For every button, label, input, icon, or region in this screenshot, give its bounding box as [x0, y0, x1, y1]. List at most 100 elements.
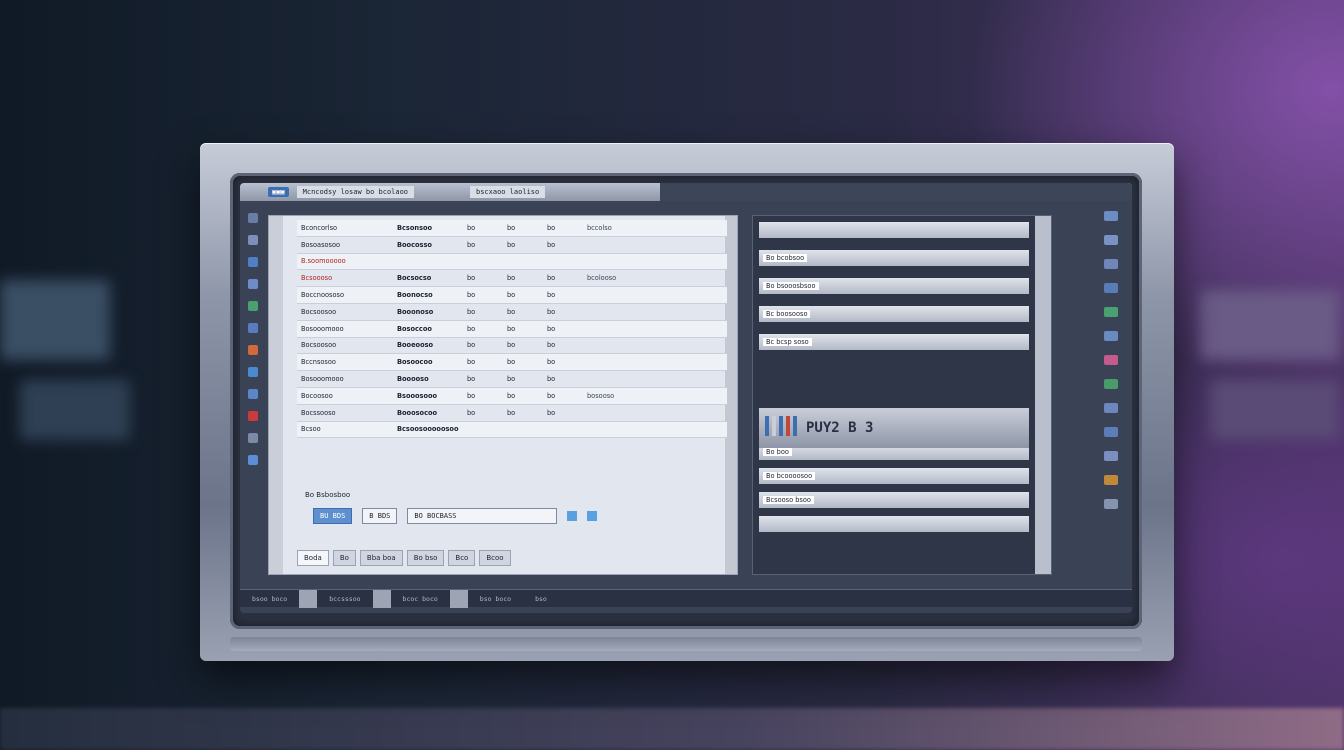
window-title: Mcncodsy losaw bo bcolaoo: [296, 186, 415, 198]
flag-icon[interactable]: [248, 345, 258, 355]
download-icon[interactable]: [1104, 427, 1118, 437]
table-row[interactable]: Bosoasosoo Boocosso bo bo bo: [297, 237, 727, 254]
table-cell: bo: [547, 408, 556, 417]
clock-icon[interactable]: [248, 367, 258, 377]
right-list-row[interactable]: Bcsooso bsoo: [759, 492, 1029, 508]
table-cell: B.soomooooo: [301, 257, 346, 266]
alert-icon[interactable]: [248, 411, 258, 421]
table-cell: bo: [547, 358, 556, 367]
status-knob[interactable]: [449, 589, 468, 608]
tab-3[interactable]: Bo bso: [406, 550, 445, 566]
form-button-1[interactable]: BU BDS: [313, 508, 353, 524]
right-list-row[interactable]: [759, 516, 1029, 532]
table-row[interactable]: Bconcorlso Bcsonsoo bo bo bo bccolso: [297, 220, 727, 237]
table-row[interactable]: Bocsoosoo Booonoso bo bo bo: [297, 304, 727, 321]
right-list-row[interactable]: Bc boosooso: [759, 306, 1029, 322]
table-cell: Bocsoosoo: [301, 307, 337, 316]
folder-icon[interactable]: [248, 235, 258, 245]
tab-strip: Boda Bo Bba boa Bo bso Bco Bcoo: [297, 550, 511, 566]
table-row[interactable]: Bccnsosoo Bosoocoo bo bo bo: [297, 354, 727, 372]
form-button-3[interactable]: BO BOCBASS: [407, 508, 558, 524]
main-window: Bconcorlso Bcsonsoo bo bo bo bccolso Bosoasoso…: [268, 215, 738, 575]
table-row[interactable]: Bosooomooo Booooso bo bo bo: [297, 371, 727, 388]
table-row[interactable]: Bcsoooso Bocsocso bo bo bo bcolooso: [297, 270, 727, 288]
grid-icon[interactable]: [248, 301, 258, 311]
table-row[interactable]: Bocssooso Booosocoo bo bo bo: [297, 405, 727, 422]
form-button-2[interactable]: B BDS: [362, 508, 398, 524]
layers-icon[interactable]: [1104, 283, 1118, 293]
info-icon[interactable]: [248, 455, 258, 465]
table-row[interactable]: B.soomooooo: [297, 253, 727, 271]
table-row[interactable]: Boccnoososo Boonocso bo bo bo: [297, 287, 727, 304]
right-list-row[interactable]: Bc bcsp soso: [759, 334, 1029, 350]
highlight-row[interactable]: PUY2 B 3: [759, 408, 1029, 448]
table-cell: bo: [507, 240, 516, 249]
table-cell: Bocsocso: [397, 274, 432, 283]
tab-5[interactable]: Bcoo: [479, 550, 511, 566]
search-icon[interactable]: [1104, 331, 1118, 341]
table-cell: Bocssooso: [301, 408, 336, 417]
status-segment: bccsssoo: [329, 594, 361, 603]
palette-icon[interactable]: [1104, 355, 1118, 365]
star-icon[interactable]: [1104, 475, 1118, 485]
sliders-icon[interactable]: [1104, 259, 1118, 269]
table-cell: Bocoosoo: [301, 391, 333, 400]
bar-chart-icon[interactable]: [1104, 235, 1118, 245]
mini-bar: [779, 416, 783, 436]
status-knob[interactable]: [299, 589, 318, 608]
monitor-lower-plate: [230, 637, 1142, 651]
tab-4[interactable]: Bco: [448, 550, 476, 566]
main-gutter: [269, 216, 283, 574]
tab-0[interactable]: Boda: [297, 550, 329, 566]
desk-surface: [0, 708, 1344, 750]
table-cell: Bcsonsoo: [397, 223, 433, 232]
list-icon[interactable]: [248, 323, 258, 333]
table-row[interactable]: Bocsoosoo Booeooso bo bo bo: [297, 338, 727, 355]
table-cell: Bcsoosooooosoo: [397, 425, 459, 434]
tab-1[interactable]: Bo: [332, 550, 356, 566]
app-badge[interactable]: ▣▣▣: [268, 187, 289, 197]
toggle-icon[interactable]: [567, 511, 578, 521]
table-cell: bcolooso: [587, 274, 617, 283]
table-row[interactable]: Bocoosoo Bsooosooo bo bo bo bosooso: [297, 387, 727, 405]
table-cell: bo: [547, 324, 556, 333]
right-list-row[interactable]: Bo bsooosbsoo: [759, 278, 1029, 294]
table-row[interactable]: Bcsoo Bcsoosooooosoo: [297, 421, 727, 439]
pin-icon[interactable]: [1104, 403, 1118, 413]
right-scrollbar[interactable]: [1035, 216, 1051, 574]
right-panel: Bo bcobsoo Bo bsooosbsoo Bc boosooso Bc bcs…: [752, 215, 1052, 575]
right-row-label: Bc bcsp soso: [763, 338, 812, 346]
right-list-row[interactable]: Bo bcoooosoo: [759, 468, 1029, 484]
table-cell: bo: [467, 358, 476, 367]
chart-icon[interactable]: [248, 279, 258, 289]
lock-icon[interactable]: [1104, 211, 1118, 221]
user-icon[interactable]: [248, 257, 258, 267]
mail-icon[interactable]: [248, 389, 258, 399]
table-cell: bo: [547, 375, 556, 384]
table-cell: Bosooomooo: [301, 375, 344, 384]
status-segment: bso boco: [479, 594, 512, 603]
table-cell: Bosoccoo: [397, 324, 432, 333]
right-list-row[interactable]: Bo bcobsoo: [759, 250, 1029, 266]
table-cell: Bconcorlso: [301, 223, 338, 232]
table-cell: bo: [507, 391, 516, 400]
table-row[interactable]: Bosooomooo Bosoccoo bo bo bo: [297, 320, 727, 338]
settings-icon[interactable]: [248, 433, 258, 443]
mini-bar: [793, 416, 797, 436]
more-icon[interactable]: [1104, 499, 1118, 509]
table-cell: Booosocoo: [397, 408, 438, 417]
tab-2[interactable]: Bba boa: [359, 550, 403, 566]
mini-bar: [772, 416, 776, 436]
table-cell: Booooso: [397, 375, 429, 384]
home-icon[interactable]: [248, 213, 258, 223]
table-cell: bo: [507, 341, 516, 350]
table-icon[interactable]: [1104, 379, 1118, 389]
filter-icon[interactable]: [1104, 307, 1118, 317]
status-segment: bsoo boco: [252, 594, 288, 603]
right-list-row[interactable]: [759, 222, 1029, 238]
status-knob[interactable]: [372, 589, 391, 608]
toggle-icon[interactable]: [587, 511, 598, 521]
form-label: Bo Bsbosboo: [305, 491, 351, 499]
share-icon[interactable]: [1104, 451, 1118, 461]
mini-bars: [765, 416, 800, 440]
